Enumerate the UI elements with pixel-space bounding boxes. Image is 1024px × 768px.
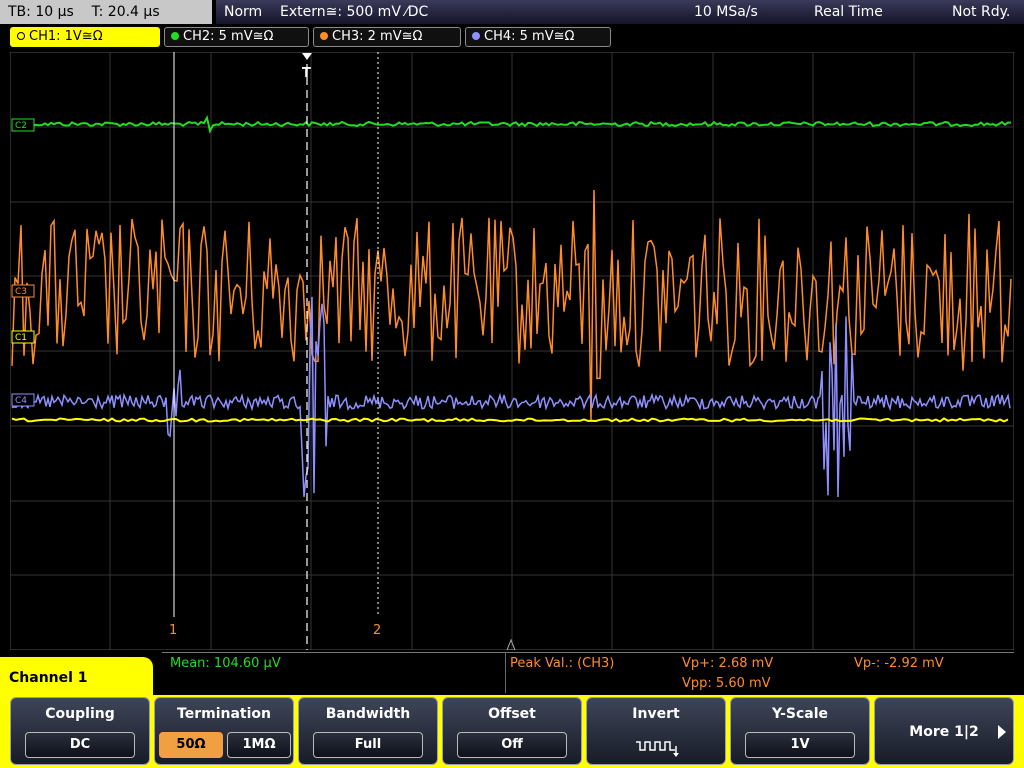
trigger-source: Extern≅: 500 mV ⁄DC <box>280 4 429 20</box>
waveform-display[interactable]: 1 2 T C2 C3 C1 C4 <box>10 52 1014 650</box>
next-page-arrow-icon <box>998 725 1006 739</box>
invert-softkey[interactable]: Invert <box>586 697 726 765</box>
termination-50ohm-option[interactable]: 50Ω <box>159 732 223 758</box>
termination-softkey[interactable]: Termination 50Ω 1MΩ <box>154 697 294 765</box>
invert-waveform-icon <box>636 741 679 757</box>
bandwidth-title: Bandwidth <box>325 706 411 722</box>
termination-1mohm-option[interactable]: 1MΩ <box>227 732 291 758</box>
timebase-readout: TB: 10 µs <box>8 4 74 20</box>
menu-title: Channel 1 <box>0 657 153 695</box>
coupling-softkey[interactable]: Coupling DC <box>10 697 150 765</box>
yscale-value[interactable]: 1V <box>745 732 855 758</box>
coupling-value[interactable]: DC <box>25 732 135 758</box>
cursor-2-label: 2 <box>373 623 381 638</box>
ch4-indicator-icon <box>472 32 480 40</box>
mean-measurement: Mean: 104.60 µV <box>170 656 281 671</box>
trigger-marker: T <box>302 66 311 81</box>
tab-ch3[interactable]: CH3: 2 mV≅Ω <box>313 27 461 47</box>
more-softkey[interactable]: More 1|2 <box>874 697 1014 765</box>
vp-plus-measurement: Vp+: 2.68 mV <box>682 656 774 671</box>
bandwidth-softkey[interactable]: Bandwidth Full <box>298 697 438 765</box>
ch1-offset-text: C1 <box>15 333 27 343</box>
cursor-1-label: 1 <box>169 623 177 638</box>
trigger-mode: Norm <box>224 4 263 20</box>
peak-value-label: Peak Val.: (CH3) <box>510 656 615 671</box>
termination-title: Termination <box>177 706 271 722</box>
ch1-indicator-icon <box>17 32 25 40</box>
yscale-title: Y-Scale <box>771 706 828 722</box>
tab-ch1[interactable]: CH1: 1V≅Ω <box>10 27 160 47</box>
ch3-offset-text: C3 <box>15 287 27 297</box>
tab-ch4-label: CH4: 5 mV≅Ω <box>484 29 575 44</box>
tab-ch2[interactable]: CH2: 5 mV≅Ω <box>164 27 309 47</box>
offset-softkey[interactable]: Offset Off <box>442 697 582 765</box>
coupling-title: Coupling <box>45 706 115 722</box>
ch3-indicator-icon <box>320 32 328 40</box>
timebase-panel[interactable]: TB: 10 µs T: 20.4 µs <box>0 0 212 24</box>
yscale-softkey[interactable]: Y-Scale 1V <box>730 697 870 765</box>
bandwidth-value[interactable]: Full <box>313 732 423 758</box>
tab-ch3-label: CH3: 2 mV≅Ω <box>332 29 423 44</box>
trigger-time-readout: T: 20.4 µs <box>91 4 160 20</box>
ch2-offset-text: C2 <box>15 121 27 131</box>
vp-minus-measurement: Vp-: -2.92 mV <box>854 656 944 671</box>
acquisition-mode: Real Time <box>814 4 883 20</box>
vpp-measurement: Vpp: 5.60 mV <box>682 676 771 691</box>
measurement-divider <box>505 653 506 693</box>
measurement-panel: Mean: 104.60 µV Peak Val.: (CH3) Vp+: 2.… <box>162 652 1014 693</box>
tab-ch2-label: CH2: 5 mV≅Ω <box>183 29 274 44</box>
offset-title: Offset <box>488 706 536 722</box>
tab-ch1-label: CH1: 1V≅Ω <box>29 29 103 44</box>
status-bar: TB: 10 µs T: 20.4 µs Norm Extern≅: 500 m… <box>0 0 1024 24</box>
tab-ch4[interactable]: CH4: 5 mV≅Ω <box>465 27 611 47</box>
sample-rate: 10 MSa/s <box>694 4 758 20</box>
ch4-offset-text: C4 <box>15 396 27 406</box>
ch2-indicator-icon <box>171 32 179 40</box>
trigger-status: Not Rdy. <box>952 4 1011 20</box>
trigger-panel[interactable]: Norm Extern≅: 500 mV ⁄DC 10 MSa/s Real T… <box>216 0 1024 24</box>
offset-value[interactable]: Off <box>457 732 567 758</box>
invert-title: Invert <box>632 706 680 722</box>
more-label: More 1|2 <box>909 724 979 740</box>
